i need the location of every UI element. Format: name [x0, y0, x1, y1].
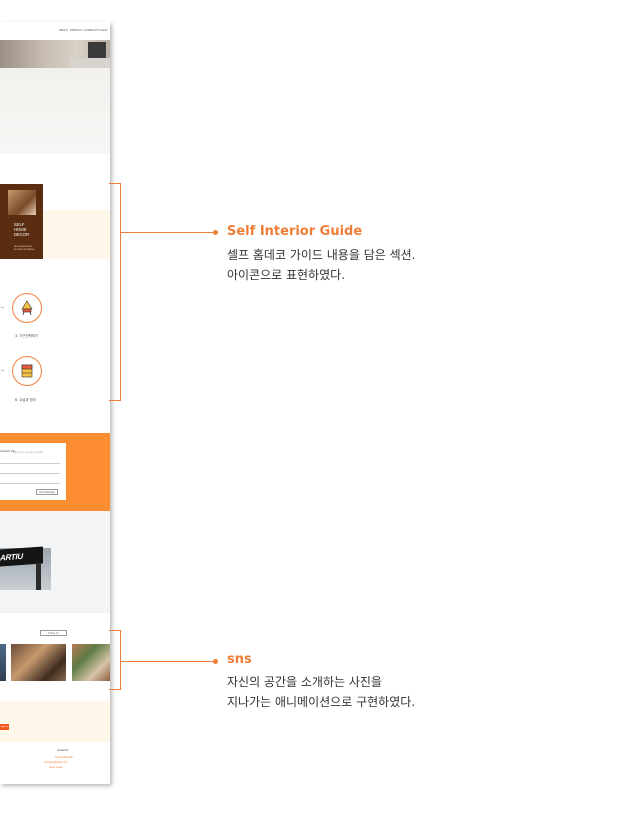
sns-leader-dot [213, 659, 218, 664]
nav-item-about[interactable]: ABOUT [59, 29, 68, 32]
sns-photo[interactable] [11, 644, 66, 681]
guide-section-bracket [109, 183, 121, 401]
book-cover-photo [8, 190, 36, 215]
signup-band [0, 701, 110, 742]
guide-annotation-line: 아이콘으로 표현하였다. [227, 268, 346, 282]
guide-leader-line [121, 232, 216, 233]
contact-form-subtitle: 궁금하신 점이나 문의사항을 남겨주세요 [13, 452, 43, 454]
guide-annotation-title: Self Interior Guide [227, 224, 363, 239]
footer-line: TEL 02-000-0000 [55, 757, 73, 759]
message-field[interactable] [0, 483, 60, 484]
partner-logo: ARTIU [0, 551, 23, 563]
sns-annotation-title: sns [227, 652, 252, 667]
lamp-icon [21, 300, 33, 316]
nav-item-shop[interactable]: SHOP [100, 29, 107, 32]
sns-section-bracket [109, 630, 121, 690]
name-field[interactable] [0, 463, 60, 464]
sns-photo[interactable] [72, 644, 110, 681]
nav-item-product[interactable]: PRODUCT [70, 29, 83, 32]
step-label-storage: 6. 수납과 정리 [15, 398, 36, 402]
email-field[interactable] [0, 473, 60, 474]
footer-line: Seoul, Korea [49, 767, 63, 769]
sns-annotation-line: 자신의 공간을 소개하는 사진을 [227, 675, 382, 689]
guide-book-cover: SELF HOME DECOR BECOME AN EXPERT AT HOME… [0, 184, 43, 259]
contact-form-card: Contact Us! 궁금하신 점이나 문의사항을 남겨주세요 Send Me… [0, 443, 66, 500]
hero-furniture [70, 58, 110, 68]
follow-us-button[interactable]: Follow Us [40, 630, 67, 636]
book-subtitle: BECOME AN EXPERT AT HOME DECORATING [14, 246, 35, 251]
tower-silhouette [36, 563, 41, 590]
nav-item-community[interactable]: COMMUNITY [84, 29, 100, 32]
website-preview: ABOUT PRODUCT COMMUNITY SHOP SELF HOME D… [0, 22, 110, 784]
arrow-right-icon: → [0, 368, 5, 374]
book-title-line: DECOR [14, 232, 30, 237]
sns-photo[interactable] [0, 644, 6, 681]
drawer-icon [21, 364, 33, 378]
signup-button[interactable]: Sign Up [0, 724, 9, 730]
step-label-furniture: 3. 가구선택하기 [15, 334, 39, 338]
site-nav: ABOUT PRODUCT COMMUNITY SHOP [0, 22, 110, 40]
arrow-right-icon: → [0, 305, 5, 311]
footer-line: self-home@sharp.com [44, 762, 68, 764]
guide-annotation-line: 셀프 홈데코 가이드 내용을 담은 섹션. [227, 248, 416, 262]
hero-image [0, 40, 110, 154]
sns-leader-line [121, 661, 216, 662]
send-message-button[interactable]: Send Message [36, 489, 58, 495]
footer-heading: Contact Us [57, 750, 69, 752]
sns-annotation-line: 지나가는 애니메이션으로 구현하였다. [227, 695, 416, 709]
step-circle-furniture[interactable] [12, 293, 42, 323]
step-circle-storage[interactable] [12, 356, 42, 386]
guide-leader-dot [213, 230, 218, 235]
